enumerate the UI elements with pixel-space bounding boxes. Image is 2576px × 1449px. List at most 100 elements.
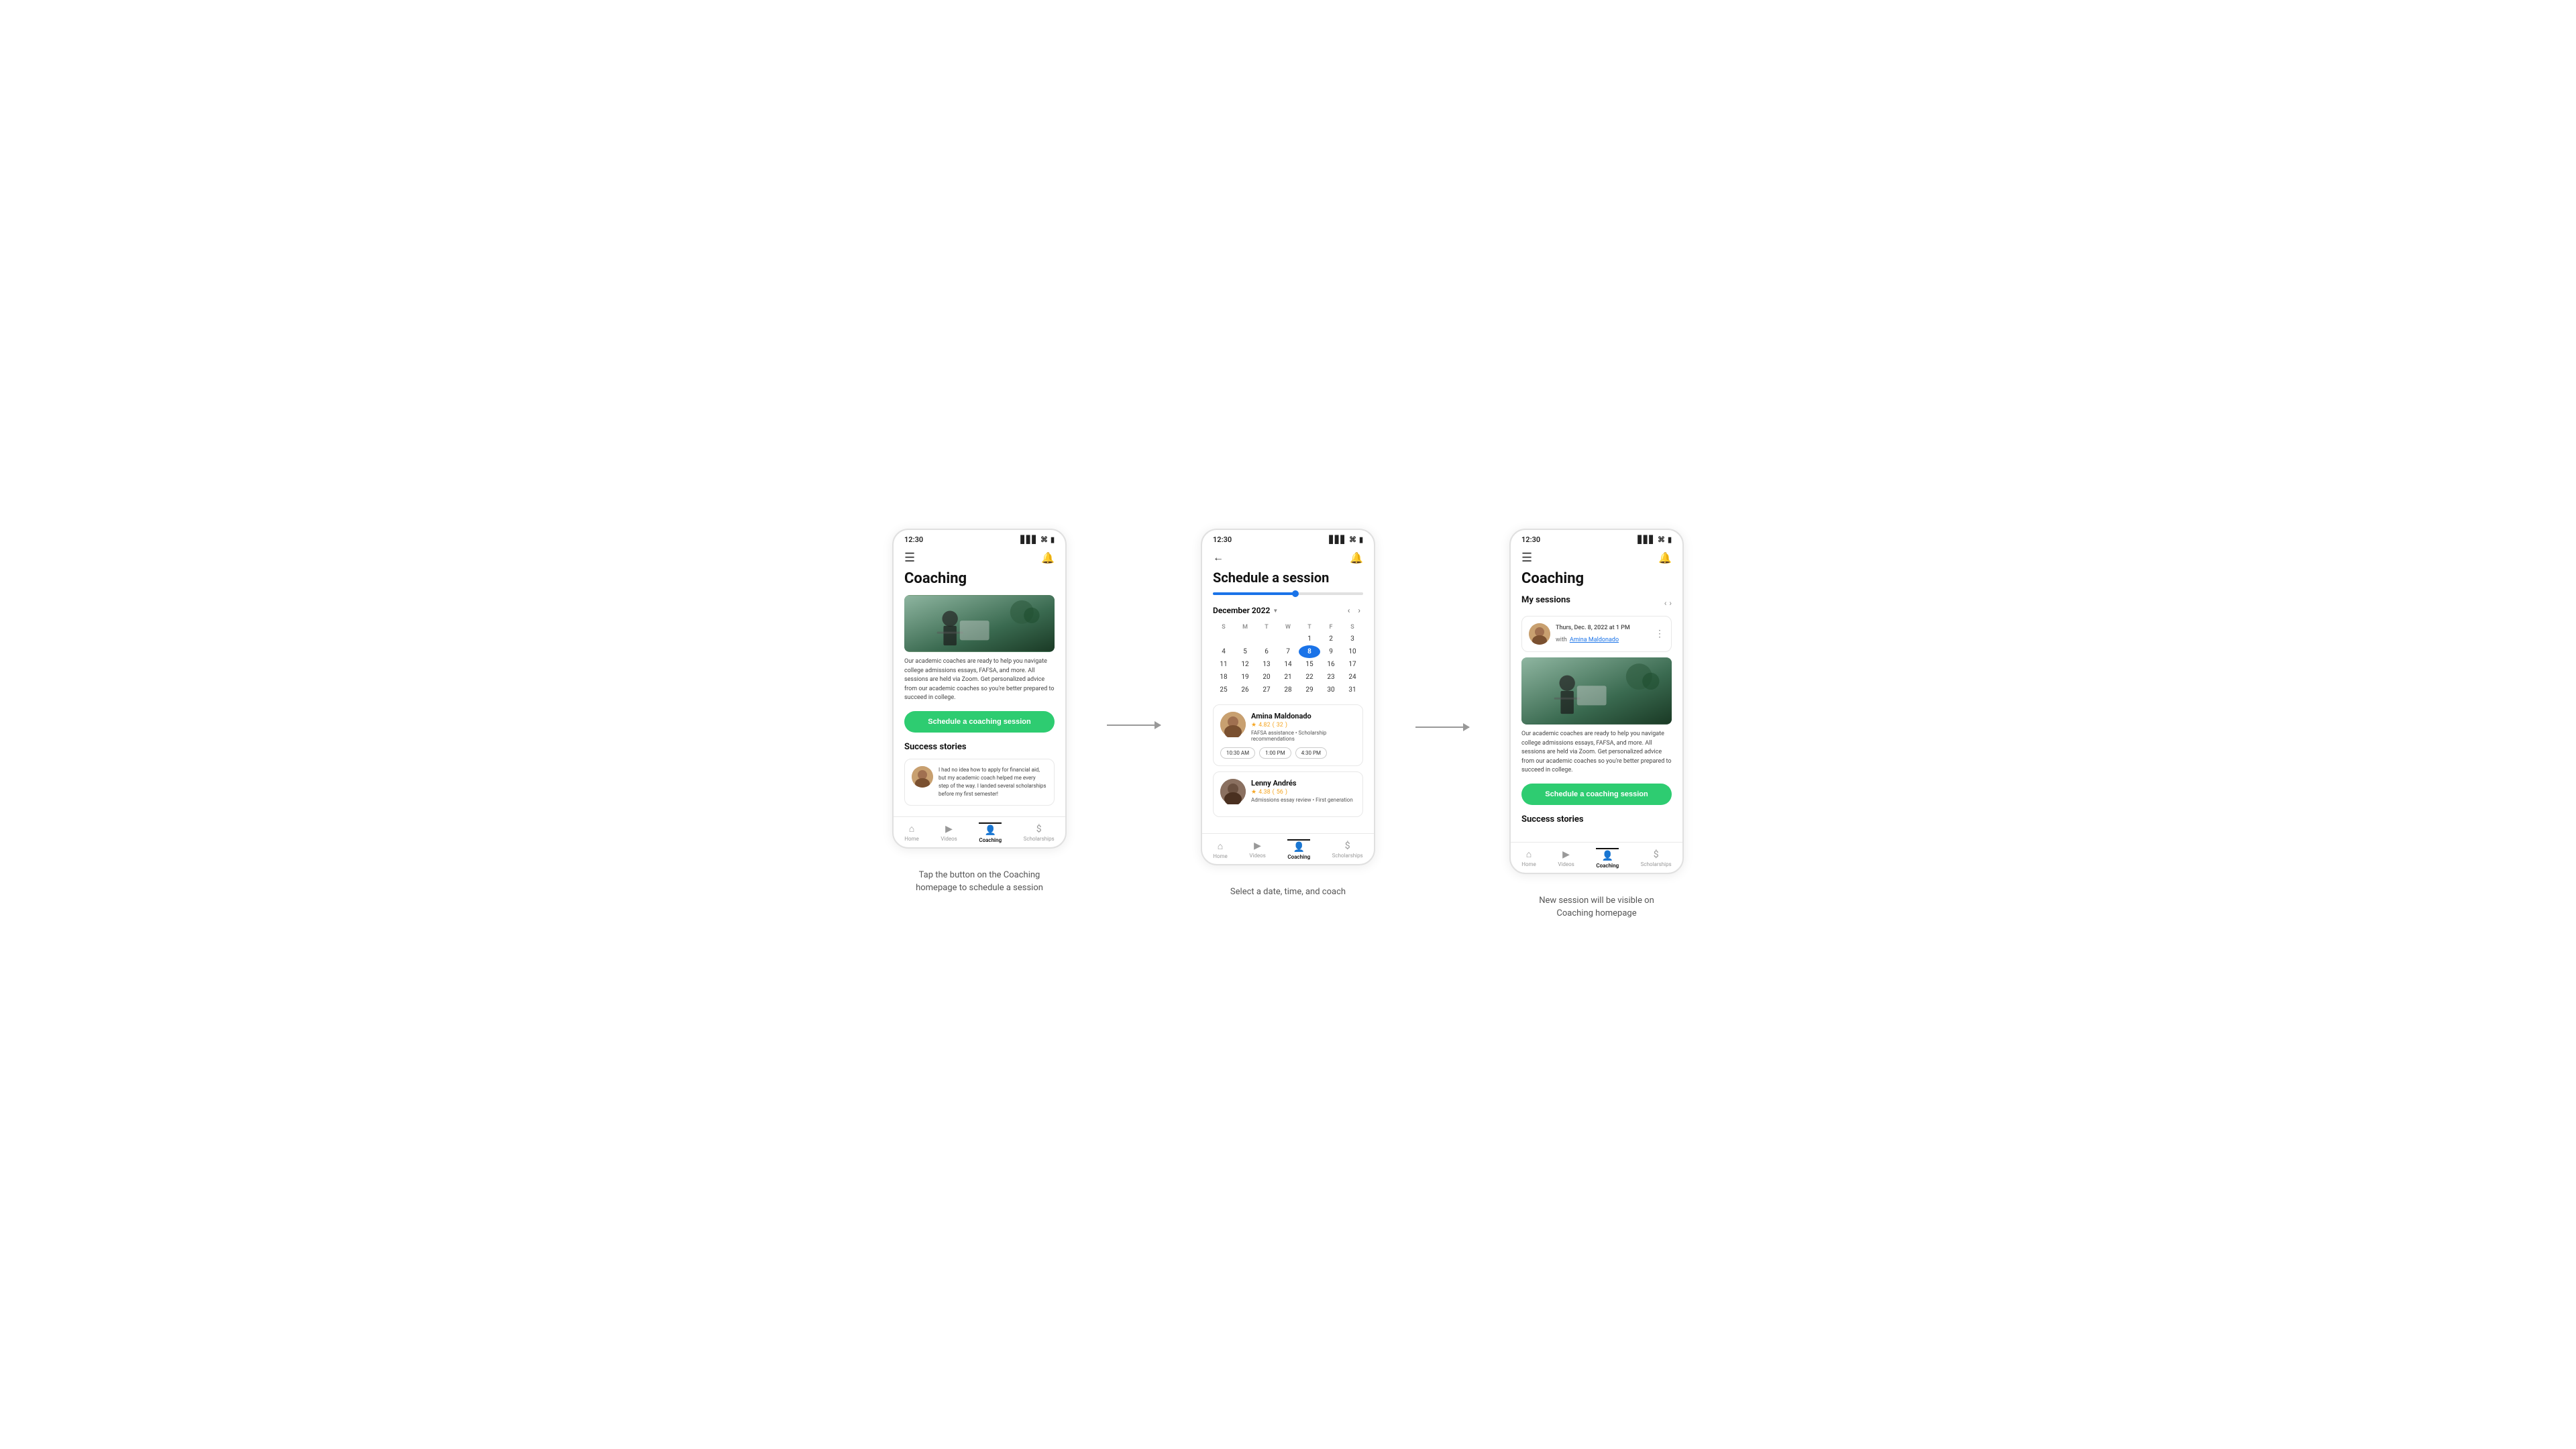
signal-icon-3: ▋▋▋ [1638, 535, 1655, 544]
nav-videos-3[interactable]: ▶ Videos [1558, 849, 1574, 867]
bell-icon-3[interactable]: 🔔 [1658, 551, 1672, 564]
calendar-header-2: December 2022 ▼ ‹ › [1213, 604, 1363, 616]
video-icon-3: ▶ [1562, 849, 1570, 860]
menu-icon-3[interactable]: ☰ [1521, 551, 1532, 565]
schedule-btn-3[interactable]: Schedule a coaching session [1521, 784, 1672, 805]
cal-day[interactable]: 17 [1342, 658, 1363, 671]
cal-day[interactable]: 18 [1213, 671, 1234, 684]
time-slot-100[interactable]: 1:00 PM [1259, 747, 1291, 759]
cal-day[interactable]: 14 [1277, 658, 1299, 671]
nav-videos-label-2: Videos [1249, 853, 1265, 859]
screen3-frame: 12:30 ▋▋▋ ⌘ ▮ ☰ 🔔 Coaching My sessions [1509, 529, 1684, 874]
screen1-frame: 12:30 ▋▋▋ ⌘ ▮ ☰ 🔔 Coaching [892, 529, 1067, 849]
cal-day[interactable]: 15 [1299, 658, 1320, 671]
cal-day[interactable]: 31 [1342, 684, 1363, 696]
nav-videos-2[interactable]: ▶ Videos [1249, 841, 1265, 859]
rating-value-1: 4.82 [1258, 722, 1271, 729]
dropdown-arrow-2: ▼ [1273, 608, 1278, 614]
cal-day[interactable] [1234, 633, 1256, 645]
rating-count-1: ( [1273, 722, 1275, 729]
cal-day[interactable]: 12 [1234, 658, 1256, 671]
session-card-1: Thurs, Dec. 8, 2022 at 1 PM with Amina M… [1521, 616, 1672, 652]
rating-value-2: 4.38 [1258, 789, 1271, 796]
day-header-t2: T [1299, 622, 1320, 633]
cal-day[interactable]: 24 [1342, 671, 1363, 684]
nav-videos-label-1: Videos [941, 836, 957, 842]
nav-home-1[interactable]: ⌂ Home [904, 823, 919, 842]
cal-day[interactable]: 2 [1320, 633, 1342, 645]
more-options-btn[interactable]: ⋮ [1655, 629, 1664, 639]
cal-day[interactable]: 26 [1234, 684, 1256, 696]
cal-day[interactable]: 16 [1320, 658, 1342, 671]
cal-day[interactable] [1256, 633, 1277, 645]
cal-day[interactable]: 27 [1256, 684, 1277, 696]
arrow-1-container [1107, 724, 1161, 726]
phone-header-1: ☰ 🔔 [894, 547, 1065, 570]
cal-day[interactable]: 23 [1320, 671, 1342, 684]
cal-day[interactable]: 20 [1256, 671, 1277, 684]
cal-day[interactable]: 13 [1256, 658, 1277, 671]
schedule-btn-1[interactable]: Schedule a coaching session [904, 711, 1055, 733]
nav-home-2[interactable]: ⌂ Home [1213, 841, 1228, 859]
nav-scholarships-3[interactable]: $ Scholarships [1641, 849, 1672, 867]
cal-day[interactable]: 29 [1299, 684, 1320, 696]
cal-day[interactable]: 1 [1299, 633, 1320, 645]
arrow-2 [1415, 727, 1469, 728]
time-slots-1: 10:30 AM 1:00 PM 4:30 PM [1220, 747, 1356, 759]
rating-count-2: ( [1273, 789, 1275, 796]
status-bar-1: 12:30 ▋▋▋ ⌘ ▮ [894, 530, 1065, 547]
session-coach-link[interactable]: Amina Maldonado [1570, 637, 1619, 643]
success-title-1: Success stories [904, 742, 1055, 752]
session-info: Thurs, Dec. 8, 2022 at 1 PM with Amina M… [1556, 625, 1650, 644]
nav-scholarships-2[interactable]: $ Scholarships [1332, 841, 1363, 859]
cal-day-selected[interactable]: 8 [1299, 645, 1320, 658]
cal-day[interactable]: 7 [1277, 645, 1299, 658]
cal-day[interactable]: 6 [1256, 645, 1277, 658]
nav-coaching-label-3: Coaching [1596, 863, 1619, 869]
cal-day[interactable]: 30 [1320, 684, 1342, 696]
video-icon-2: ▶ [1254, 841, 1261, 851]
success-title-3: Success stories [1521, 814, 1672, 824]
bell-icon-1[interactable]: 🔔 [1041, 551, 1055, 564]
cal-day[interactable]: 22 [1299, 671, 1320, 684]
cal-day[interactable]: 9 [1320, 645, 1342, 658]
cal-day[interactable]: 28 [1277, 684, 1299, 696]
prev-session-btn[interactable]: ‹ [1664, 598, 1667, 608]
bell-icon-2[interactable]: 🔔 [1350, 551, 1363, 564]
prev-month-btn[interactable]: ‹ [1345, 604, 1353, 616]
nav-coaching-1[interactable]: 👤 Coaching [979, 822, 1002, 843]
cal-day[interactable]: 21 [1277, 671, 1299, 684]
nav-coaching-2[interactable]: 👤 Coaching [1287, 839, 1310, 860]
nav-videos-label-3: Videos [1558, 861, 1574, 867]
wifi-icon-3: ⌘ [1658, 535, 1665, 544]
star-icon-1: ★ [1251, 722, 1256, 729]
month-selector-2[interactable]: December 2022 ▼ [1213, 606, 1278, 615]
arrow-1 [1107, 724, 1161, 726]
next-session-btn[interactable]: › [1669, 598, 1672, 608]
cal-day[interactable]: 25 [1213, 684, 1234, 696]
cal-day[interactable] [1213, 633, 1234, 645]
session-coach-line: with Amina Maldonado [1556, 631, 1650, 644]
coach-avatar-2 [1220, 779, 1246, 804]
nav-videos-1[interactable]: ▶ Videos [941, 824, 957, 842]
nav-scholarships-1[interactable]: $ Scholarships [1024, 824, 1055, 842]
back-icon-2[interactable]: ← [1213, 551, 1224, 564]
coach-header-1: Amina Maldonado ★ 4.82 (32) FAFSA assist… [1220, 712, 1356, 742]
next-month-btn[interactable]: › [1355, 604, 1363, 616]
menu-icon-1[interactable]: ☰ [904, 551, 915, 565]
nav-coaching-3[interactable]: 👤 Coaching [1596, 848, 1619, 869]
cal-day[interactable] [1277, 633, 1299, 645]
cal-day[interactable]: 3 [1342, 633, 1363, 645]
time-slot-1030[interactable]: 10:30 AM [1220, 747, 1255, 759]
cal-day[interactable]: 4 [1213, 645, 1234, 658]
progress-fill-2 [1213, 592, 1295, 595]
main-container: 12:30 ▋▋▋ ⌘ ▮ ☰ 🔔 Coaching [818, 529, 1758, 920]
phone-header-3: ☰ 🔔 [1511, 547, 1682, 570]
time-slot-430[interactable]: 4:30 PM [1295, 747, 1327, 759]
cal-day[interactable]: 19 [1234, 671, 1256, 684]
cal-day[interactable]: 11 [1213, 658, 1234, 671]
cal-day[interactable]: 10 [1342, 645, 1363, 658]
wifi-icon: ⌘ [1040, 535, 1048, 544]
cal-day[interactable]: 5 [1234, 645, 1256, 658]
nav-home-3[interactable]: ⌂ Home [1521, 849, 1536, 867]
